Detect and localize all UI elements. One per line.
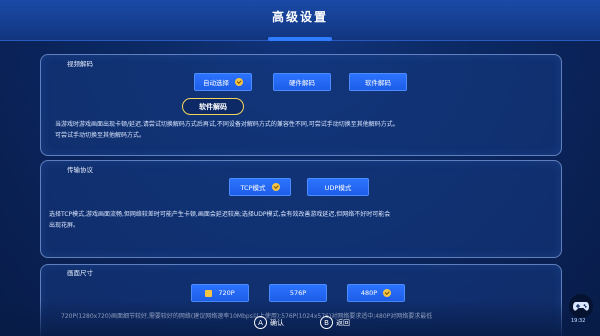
confirm-hint[interactable]: A 确认 bbox=[254, 316, 284, 329]
confirm-label: 确认 bbox=[270, 318, 284, 327]
selected-marker-icon bbox=[205, 289, 213, 297]
resolution-description: 720P(1280x720)画面细节较好,需要较好的网络(建议网络速率10Mbp… bbox=[61, 313, 433, 320]
clock-time: 19:32 bbox=[571, 318, 586, 324]
udp-mode-button[interactable]: UDP模式 bbox=[307, 178, 369, 196]
resolution-panel: 画面尺寸 720P 576P 480P 720P(1280x720)画面细节较好… bbox=[40, 264, 562, 336]
udp-mode-label: UDP模式 bbox=[324, 184, 352, 192]
res-480p-button[interactable]: 480P bbox=[347, 284, 405, 302]
protocol-panel: 传输协议 TCP模式 UDP模式 选择TCP模式,游戏画面流畅,但网络较差时可能… bbox=[40, 160, 562, 258]
decoding-panel: 视频解码 自动选择 硬件解码 软件解码 当游戏时游戏画面出现卡顿/延迟,请尝试切… bbox=[40, 54, 562, 156]
protocol-desc-line1: 选择TCP模式,游戏画面流畅,但网络较差时可能产生卡顿,画面会延迟较高;选择UD… bbox=[49, 211, 391, 218]
res-480p-label: 480P bbox=[360, 289, 378, 297]
tcp-mode-button[interactable]: TCP模式 bbox=[229, 178, 291, 196]
res-720p-label: 720P bbox=[218, 289, 235, 297]
res-576p-label: 576P bbox=[289, 289, 307, 297]
software-decoding-tooltip: 软件解码 bbox=[182, 98, 244, 115]
protocol-title: 传输协议 bbox=[67, 166, 93, 174]
protocol-desc-line2: 出现花屏。 bbox=[49, 222, 80, 229]
back-hint[interactable]: B 返回 bbox=[320, 316, 350, 329]
check-icon bbox=[235, 78, 243, 86]
tcp-mode-label: TCP模式 bbox=[240, 184, 266, 192]
decoding-title: 视频解码 bbox=[67, 60, 93, 68]
gamepad-icon[interactable] bbox=[569, 294, 593, 318]
check-icon bbox=[383, 289, 392, 297]
protocol-description: 选择TCP模式,游戏画面流畅,但网络较差时可能产生卡顿,画面会延迟较高;选择UD… bbox=[49, 209, 557, 231]
title-underline bbox=[268, 37, 332, 41]
a-button-icon: A bbox=[254, 316, 267, 329]
res-576p-button[interactable]: 576P bbox=[269, 284, 327, 302]
decoding-desc-line1: 当游戏时游戏画面出现卡顿/延迟,请尝试切换解码方式后再试,不同设备对解码方式的兼… bbox=[55, 121, 399, 128]
decode-auto-label: 自动选择 bbox=[203, 79, 229, 87]
gamepad-glyph bbox=[573, 301, 589, 311]
decode-hardware-button[interactable]: 硬件解码 bbox=[273, 73, 331, 91]
res-720p-button[interactable]: 720P bbox=[191, 284, 249, 302]
check-icon bbox=[271, 183, 280, 191]
back-label: 返回 bbox=[336, 318, 350, 327]
decode-software-label: 软件解码 bbox=[365, 79, 391, 87]
resolution-title: 画面尺寸 bbox=[67, 269, 93, 277]
decoding-desc-line2: 可尝试手动切换至其他解码方式。 bbox=[55, 132, 146, 139]
decode-auto-button[interactable]: 自动选择 bbox=[194, 73, 252, 91]
decode-hardware-label: 硬件解码 bbox=[289, 79, 315, 87]
page-title: 高级设置 bbox=[271, 10, 328, 24]
decoding-description: 当游戏时游戏画面出现卡顿/延迟,请尝试切换解码方式后再试,不同设备对解码方式的兼… bbox=[55, 119, 555, 141]
decode-software-button[interactable]: 软件解码 bbox=[349, 73, 407, 91]
b-button-icon: B bbox=[320, 316, 333, 329]
